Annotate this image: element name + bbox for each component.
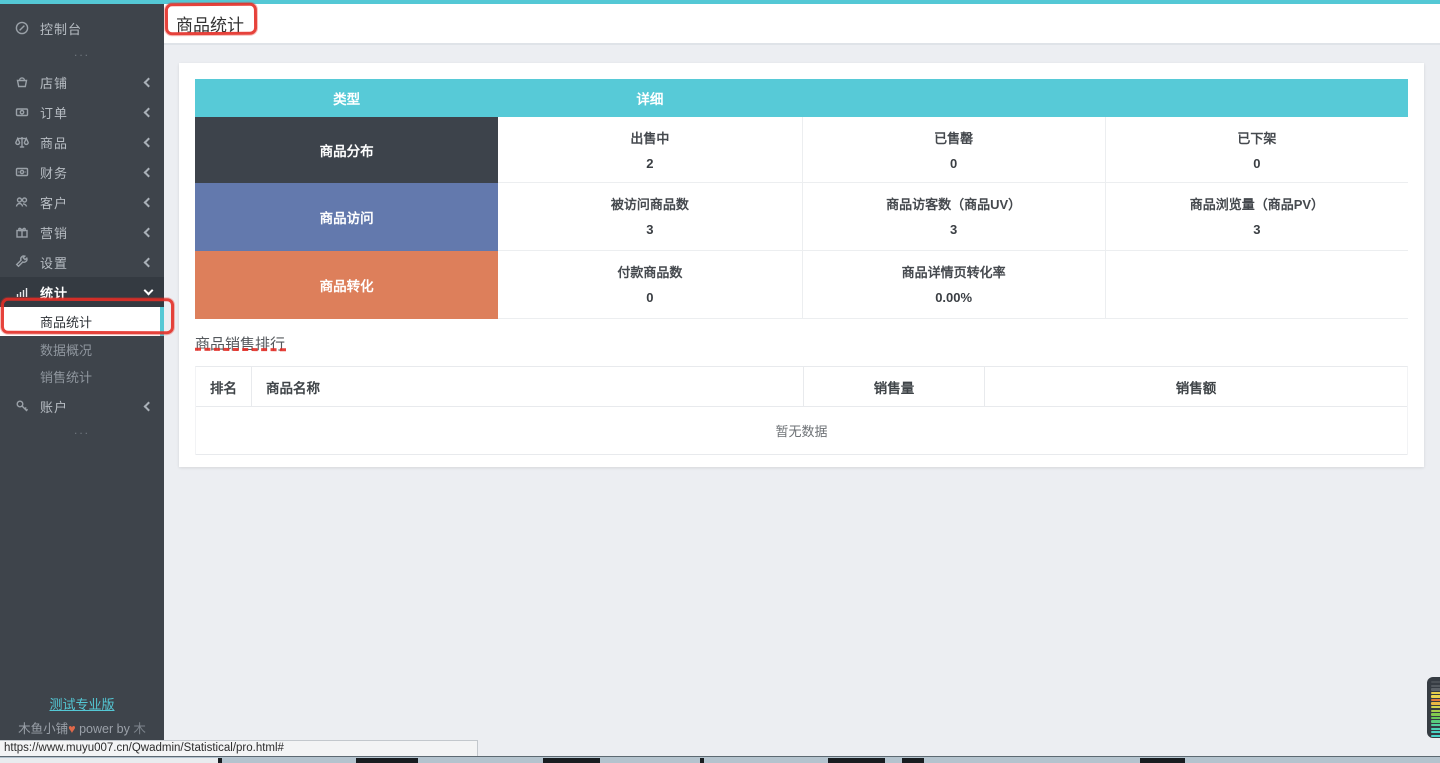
stats-header-detail: 详细 bbox=[498, 79, 801, 117]
content-card: 类型 详细 商品分布 出售中 2 已售罄 0 已下架 0 商品访问 被访问商品数… bbox=[179, 63, 1424, 467]
powered-by-text: 木鱼小铺♥ power by 木 bbox=[0, 718, 164, 737]
sales-header-volume: 销售量 bbox=[803, 367, 984, 407]
stat-cell: 商品浏览量（商品PV） 3 bbox=[1105, 183, 1408, 251]
chevron-left-icon bbox=[144, 197, 154, 207]
sidebar: 控制台 ... 店铺 订单 商品 财务 客户 bbox=[0, 0, 164, 763]
stat-cell: 已下架 0 bbox=[1105, 117, 1408, 183]
page-title: 商品统计 bbox=[176, 11, 244, 36]
active-indicator-strip bbox=[160, 307, 164, 336]
sales-header-rank: 排名 bbox=[196, 367, 251, 407]
gift-icon bbox=[14, 224, 30, 240]
top-accent-bar bbox=[0, 0, 1440, 4]
shop-icon bbox=[14, 74, 30, 90]
stat-cell: 商品详情页转化率 0.00% bbox=[802, 251, 1105, 319]
stat-cell: 商品访客数（商品UV） 3 bbox=[802, 183, 1105, 251]
sidebar-divider-dots: ... bbox=[0, 43, 164, 65]
chevron-left-icon bbox=[144, 137, 154, 147]
key-icon bbox=[14, 398, 30, 414]
edition-link[interactable]: 测试专业版 bbox=[0, 694, 164, 713]
chevron-left-icon bbox=[144, 401, 154, 411]
sidebar-item-statistics[interactable]: 统计 bbox=[0, 277, 164, 307]
stat-row-label: 商品转化 bbox=[195, 251, 498, 319]
browser-status-bar: https://www.muyu007.cn/Qwadmin/Statistic… bbox=[0, 740, 478, 756]
product-stats-table: 类型 详细 商品分布 出售中 2 已售罄 0 已下架 0 商品访问 被访问商品数… bbox=[195, 79, 1408, 319]
sales-ranking-table: 排名 商品名称 销售量 销售额 暂无数据 bbox=[195, 366, 1408, 455]
sidebar-item-finance[interactable]: 财务 bbox=[0, 157, 164, 187]
stat-cell bbox=[1105, 251, 1408, 319]
submenu-item-product-stats[interactable]: 商品统计 bbox=[0, 307, 164, 336]
sidebar-item-orders[interactable]: 订单 bbox=[0, 97, 164, 127]
page-header: 商品统计 bbox=[164, 4, 1440, 45]
chevron-left-icon bbox=[144, 167, 154, 177]
statistics-submenu: 商品统计 数据概况 销售统计 bbox=[0, 307, 164, 390]
sidebar-footer: 测试专业版 木鱼小铺♥ power by 木 bbox=[0, 694, 164, 737]
sidebar-item-console[interactable]: 控制台 bbox=[0, 13, 164, 43]
stat-cell: 付款商品数 0 bbox=[498, 251, 801, 319]
scales-icon bbox=[14, 134, 30, 150]
users-icon bbox=[14, 194, 30, 210]
sales-header-name: 商品名称 bbox=[251, 367, 803, 407]
stat-cell: 已售罄 0 bbox=[802, 117, 1105, 183]
chevron-left-icon bbox=[144, 77, 154, 87]
order-icon bbox=[14, 104, 30, 120]
color-indicator-widget[interactable] bbox=[1427, 677, 1440, 738]
bar-chart-icon bbox=[14, 284, 30, 300]
sidebar-item-label: 控制台 bbox=[40, 19, 152, 38]
banknote-icon bbox=[14, 164, 30, 180]
sidebar-item-settings[interactable]: 设置 bbox=[0, 247, 164, 277]
sidebar-item-customers[interactable]: 客户 bbox=[0, 187, 164, 217]
chevron-left-icon bbox=[144, 107, 154, 117]
stat-cell: 出售中 2 bbox=[498, 117, 801, 183]
chevron-left-icon bbox=[144, 257, 154, 267]
stat-row-label: 商品访问 bbox=[195, 183, 498, 251]
empty-data-row: 暂无数据 bbox=[196, 407, 1407, 455]
submenu-item-data-overview[interactable]: 数据概况 bbox=[0, 336, 164, 363]
chevron-left-icon bbox=[144, 227, 154, 237]
sidebar-item-account[interactable]: 账户 bbox=[0, 391, 164, 421]
annotation-underline-sales bbox=[195, 348, 286, 351]
sidebar-item-marketing[interactable]: 营销 bbox=[0, 217, 164, 247]
sidebar-divider-dots: ... bbox=[0, 421, 164, 443]
chevron-down-icon bbox=[144, 286, 154, 296]
sidebar-item-products[interactable]: 商品 bbox=[0, 127, 164, 157]
sales-header-amount: 销售额 bbox=[984, 367, 1407, 407]
stats-header-type: 类型 bbox=[195, 79, 498, 117]
stat-cell: 被访问商品数 3 bbox=[498, 183, 801, 251]
wrench-icon bbox=[14, 254, 30, 270]
stat-row-label: 商品分布 bbox=[195, 117, 498, 183]
taskbar-sliver bbox=[0, 756, 1440, 763]
heart-icon: ♥ bbox=[68, 722, 75, 736]
submenu-item-sales-stats[interactable]: 销售统计 bbox=[0, 363, 164, 390]
sidebar-item-shop[interactable]: 店铺 bbox=[0, 67, 164, 97]
dashboard-icon bbox=[14, 20, 30, 36]
